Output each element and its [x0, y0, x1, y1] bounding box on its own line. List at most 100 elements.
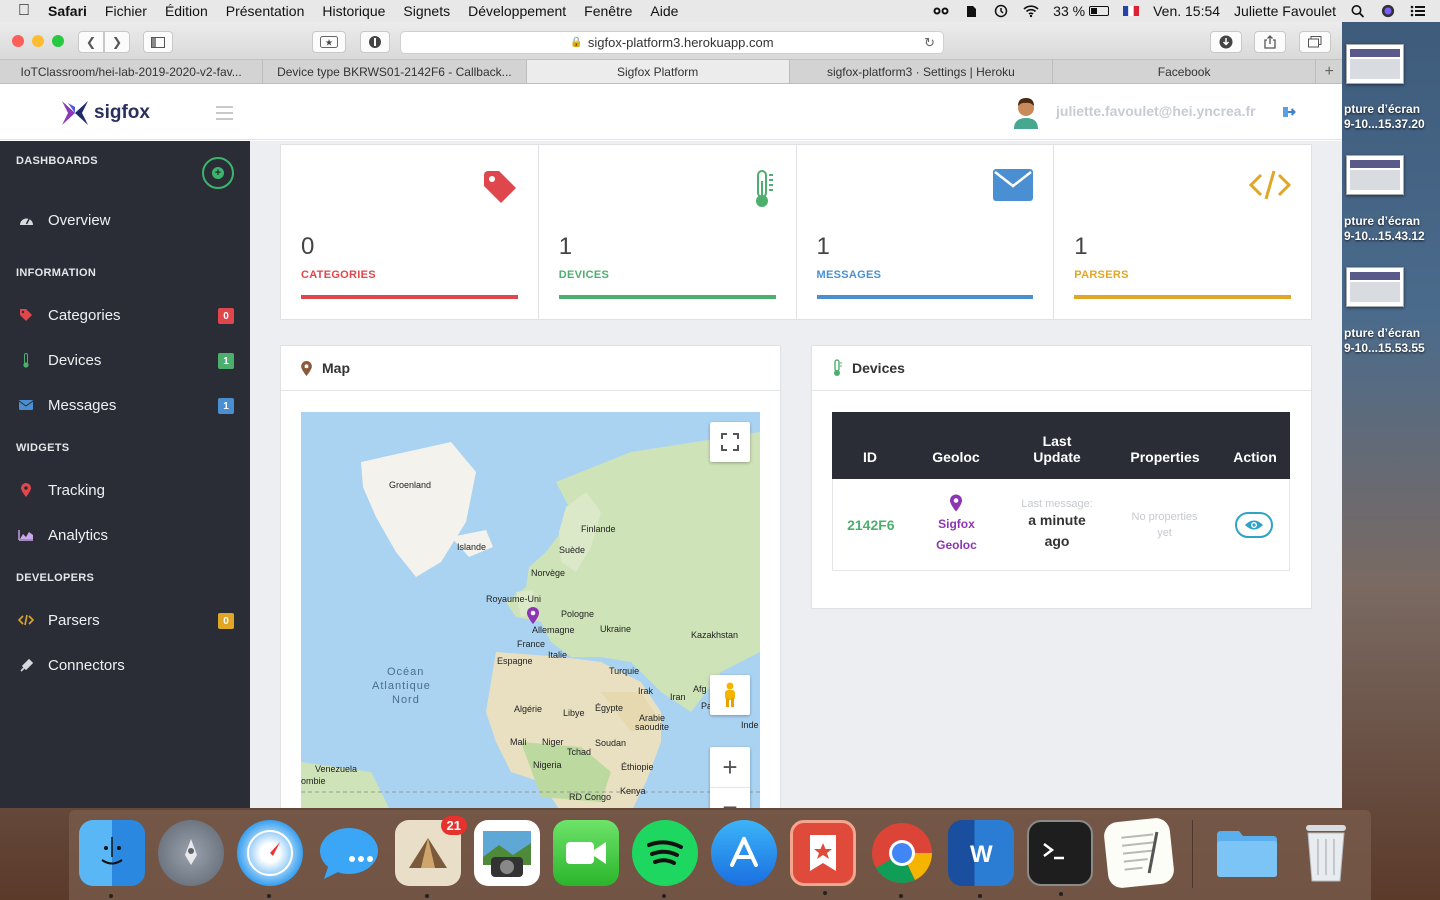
desktop-screenshot-label[interactable]: pture d’écran 9-10...15.37.20	[1344, 102, 1425, 132]
desktop-screenshot-label[interactable]: pture d’écran 9-10...15.43.12	[1344, 214, 1425, 244]
column-header-properties[interactable]: Properties	[1110, 412, 1220, 479]
world-map[interactable]: Groenland Islande Finlande Suède Norvège…	[301, 412, 760, 808]
menu-fichier[interactable]: Fichier	[105, 3, 147, 19]
zoom-in-button[interactable]: +	[710, 747, 750, 787]
menu-edition[interactable]: Édition	[165, 3, 208, 19]
apple-menu-icon[interactable]: 	[18, 2, 30, 20]
stat-card-messages[interactable]: 1 MESSAGES	[797, 145, 1055, 319]
terminal-dock-icon[interactable]	[1027, 820, 1093, 896]
map-label: France	[517, 639, 546, 649]
device-id-link[interactable]: 2142F6	[833, 479, 909, 570]
close-window-button[interactable]	[12, 35, 24, 47]
show-tabs-button[interactable]	[1299, 31, 1331, 53]
menu-fenetre[interactable]: Fenêtre	[584, 3, 632, 19]
column-header-geoloc[interactable]: Geoloc	[908, 412, 1004, 479]
share-button[interactable]	[1254, 31, 1286, 53]
glasses-icon[interactable]	[933, 4, 949, 18]
sidebar-item-connectors[interactable]: Connectors	[0, 647, 250, 683]
back-button[interactable]: ❮	[78, 31, 104, 53]
evernote-icon[interactable]	[963, 4, 979, 18]
logout-icon[interactable]	[1283, 106, 1297, 118]
menu-signets[interactable]: Signets	[403, 3, 450, 19]
sidebar-item-label: Connectors	[48, 656, 125, 674]
downloads-button[interactable]	[1210, 31, 1242, 53]
device-geoloc-cell[interactable]: Sigfox Geoloc	[909, 479, 1005, 570]
desktop-screenshot-label[interactable]: pture d’écran 9-10...15.53.55	[1344, 326, 1425, 356]
spotify-dock-icon[interactable]	[632, 820, 698, 898]
add-dashboard-button[interactable]: +	[202, 157, 234, 189]
desktop-screenshot-thumbnail[interactable]	[1346, 44, 1404, 84]
wifi-icon[interactable]	[1023, 4, 1039, 18]
address-bar[interactable]: 🔒 sigfox-platform3.herokuapp.com ↻	[400, 31, 944, 54]
sidebar-item-analytics[interactable]: Analytics	[0, 517, 250, 553]
zoom-window-button[interactable]	[52, 35, 64, 47]
chrome-dock-icon[interactable]	[869, 820, 935, 898]
devices-panel-title: Devices	[852, 360, 905, 376]
desktop-screenshot-thumbnail[interactable]	[1346, 267, 1404, 307]
notification-center-icon[interactable]	[1410, 4, 1426, 18]
browser-tab-active[interactable]: Sigfox Platform	[526, 60, 790, 83]
sidebar-item-categories[interactable]: Categories 0	[0, 297, 250, 333]
messages-dock-icon[interactable]	[316, 820, 382, 886]
spotlight-search-icon[interactable]	[1350, 4, 1366, 18]
browser-tab[interactable]: Device type BKRWS01-2142F6 - Callback...	[263, 60, 527, 83]
dashboard-gauge-icon	[18, 212, 34, 228]
device-location-marker-icon[interactable]	[527, 607, 539, 624]
user-avatar[interactable]	[1010, 95, 1042, 129]
favorites-button[interactable]: ★	[312, 31, 346, 53]
minimize-window-button[interactable]	[32, 35, 44, 47]
menubar-app-name[interactable]: Safari	[48, 3, 87, 19]
browser-tab[interactable]: Facebook	[1053, 60, 1317, 83]
french-flag-icon[interactable]	[1123, 4, 1140, 18]
mail-dock-icon[interactable]: 21	[395, 816, 467, 898]
fullscreen-button[interactable]	[710, 422, 750, 462]
reload-icon[interactable]: ↻	[924, 35, 935, 51]
downloads-folder-dock-icon[interactable]	[1214, 820, 1280, 886]
forward-button[interactable]: ❯	[104, 31, 130, 53]
sigfox-logo[interactable]: sigfox	[60, 99, 150, 127]
column-header-id[interactable]: ID	[832, 412, 908, 479]
browser-tab[interactable]: IoTClassroom/hei-lab-2019-2020-v2-fav...	[0, 60, 264, 83]
safari-window: ❮ ❯ ★ 🔒 sigfox-platform3.herokuapp.com ↻…	[0, 22, 1342, 808]
user-email[interactable]: juliette.favoulet@hei.yncrea.fr	[1056, 103, 1256, 119]
finder-dock-icon[interactable]	[79, 820, 145, 898]
textedit-dock-icon[interactable]	[1102, 816, 1176, 890]
zoom-out-button[interactable]: −	[710, 787, 750, 808]
sidebar-item-overview[interactable]: Overview	[0, 202, 250, 238]
desktop-screenshot-thumbnail[interactable]	[1346, 155, 1404, 195]
wunderlist-dock-icon[interactable]	[790, 820, 856, 895]
privacy-button[interactable]	[360, 31, 390, 53]
safari-dock-icon[interactable]	[237, 820, 303, 898]
sidebar-item-parsers[interactable]: Parsers 0	[0, 602, 250, 638]
menu-aide[interactable]: Aide	[650, 3, 678, 19]
download-icon	[1219, 35, 1233, 49]
new-tab-button[interactable]: +	[1316, 60, 1342, 83]
stat-card-devices[interactable]: 1 DEVICES	[539, 145, 797, 319]
stat-card-categories[interactable]: 0 CATEGORIES	[281, 145, 539, 319]
word-dock-icon[interactable]: W	[948, 820, 1014, 898]
app-store-dock-icon[interactable]	[711, 820, 777, 886]
menu-historique[interactable]: Historique	[322, 3, 385, 19]
menu-developpement[interactable]: Développement	[468, 3, 566, 19]
browser-tab[interactable]: sigfox-platform3 · Settings | Heroku	[790, 60, 1053, 83]
column-header-action[interactable]: Action	[1220, 412, 1290, 479]
menubar-clock[interactable]: Ven. 15:54	[1153, 3, 1220, 19]
street-view-pegman-button[interactable]	[710, 675, 750, 715]
facetime-dock-icon[interactable]	[553, 820, 619, 886]
launchpad-dock-icon[interactable]	[158, 820, 224, 886]
photo-booth-dock-icon[interactable]	[474, 820, 540, 886]
sidebar-item-tracking[interactable]: Tracking	[0, 472, 250, 508]
view-device-button[interactable]	[1235, 511, 1274, 538]
sidebar-item-messages[interactable]: Messages 1	[0, 387, 250, 423]
stat-card-parsers[interactable]: 1 PARSERS	[1054, 145, 1311, 319]
sidebar-toggle-button[interactable]	[143, 31, 173, 53]
siri-icon[interactable]	[1380, 4, 1396, 18]
hamburger-menu-icon[interactable]	[216, 106, 233, 124]
sidebar-item-devices[interactable]: Devices 1	[0, 342, 250, 378]
menubar-user[interactable]: Juliette Favoulet	[1234, 3, 1336, 19]
column-header-last-update[interactable]: Last Update	[1004, 412, 1110, 479]
trash-dock-icon[interactable]	[1293, 820, 1359, 886]
battery-status[interactable]: 33 %	[1053, 3, 1110, 19]
time-machine-icon[interactable]	[993, 4, 1009, 18]
menu-presentation[interactable]: Présentation	[226, 3, 305, 19]
